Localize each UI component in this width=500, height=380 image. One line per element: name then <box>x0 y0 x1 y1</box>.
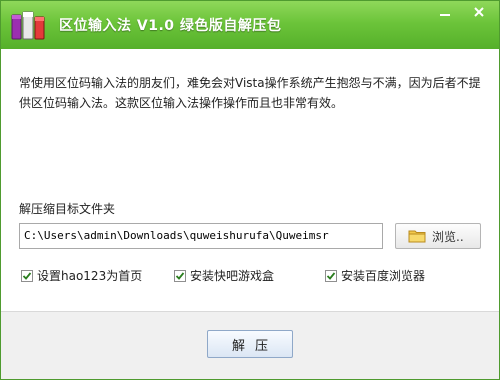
checkbox-box[interactable] <box>174 269 186 282</box>
books-icon <box>11 11 45 40</box>
minimize-button[interactable] <box>431 3 459 21</box>
checkbox-label: 安装百度浏览器 <box>341 269 426 283</box>
description-text: 常使用区位码输入法的朋友们，难免会对Vista操作系统产生抱怨与不满，因为后者不… <box>19 76 481 110</box>
checkbox-box[interactable] <box>325 269 337 282</box>
footer-bar: 解压 <box>1 311 499 379</box>
checkmark-icon <box>175 271 185 280</box>
title-bar[interactable]: 区位输入法 V1.0 绿色版自解压包 <box>1 1 499 49</box>
content-area: 常使用区位码输入法的朋友们，难免会对Vista操作系统产生抱怨与不满，因为后者不… <box>1 49 499 311</box>
window-title: 区位输入法 V1.0 绿色版自解压包 <box>59 18 282 34</box>
browse-label: 浏览.. <box>432 229 464 244</box>
checkbox-label: 设置hao123为首页 <box>37 269 143 283</box>
extract-button[interactable]: 解压 <box>207 330 293 358</box>
checkbox-install-baidu-browser[interactable]: 安装百度浏览器 <box>325 267 425 284</box>
target-folder-input[interactable]: C:\Users\admin\Downloads\quweishurufa\Qu… <box>19 223 383 249</box>
folder-icon <box>408 230 426 243</box>
installer-window: 区位输入法 V1.0 绿色版自解压包 常使用区位码输入法的朋友们，难免会对Vis… <box>0 0 500 380</box>
close-button[interactable] <box>465 3 493 21</box>
checkbox-label: 安装快吧游戏盒 <box>190 269 275 283</box>
close-icon <box>474 7 484 17</box>
folder-label: 解压缩目标文件夹 <box>19 202 116 216</box>
checkmark-icon <box>22 271 32 280</box>
checkbox-install-game-box[interactable]: 安装快吧游戏盒 <box>174 267 274 284</box>
browse-button[interactable]: 浏览.. <box>395 223 481 249</box>
checkbox-set-homepage[interactable]: 设置hao123为首页 <box>21 267 142 284</box>
checkbox-box[interactable] <box>21 269 33 282</box>
checkmark-icon <box>326 271 336 280</box>
minimize-icon <box>440 14 450 16</box>
